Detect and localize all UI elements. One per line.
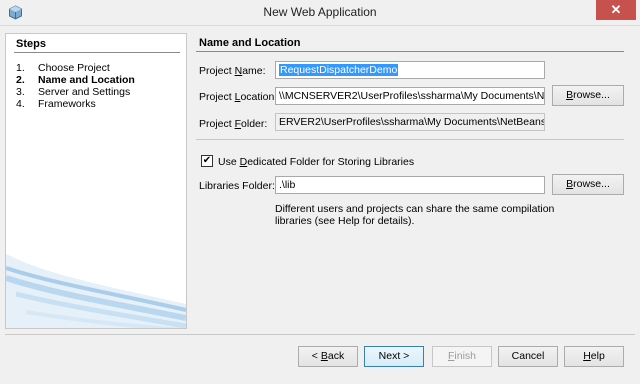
- step-number: 1.: [16, 62, 25, 74]
- panel-divider: [196, 51, 624, 52]
- steps-panel: Steps 1. Choose Project 2. Name and Locati…: [5, 33, 187, 329]
- browse-libraries-button[interactable]: Browse...: [552, 174, 624, 195]
- project-folder-field: ERVER2\UserProfiles\ssharma\My Documents…: [275, 113, 545, 131]
- help-button[interactable]: Help: [564, 346, 624, 367]
- back-button[interactable]: < Back: [298, 346, 358, 367]
- step-frameworks: 4. Frameworks: [16, 98, 96, 110]
- step-number: 2.: [16, 74, 25, 86]
- step-choose-project: 1. Choose Project: [16, 62, 110, 74]
- project-folder-value: ERVER2\UserProfiles\ssharma\My Documents…: [279, 116, 545, 128]
- next-button[interactable]: Next >: [364, 346, 424, 367]
- step-label: Choose Project: [38, 62, 110, 74]
- dedicated-folder-checkbox[interactable]: ✔: [201, 155, 213, 167]
- step-number: 3.: [16, 86, 25, 98]
- step-server-and-settings: 3. Server and Settings: [16, 86, 130, 98]
- step-name-and-location: 2. Name and Location: [16, 74, 135, 86]
- browse-location-button[interactable]: Browse...: [552, 85, 624, 106]
- libraries-folder-value: .\lib: [279, 179, 296, 191]
- section-divider: [196, 139, 624, 140]
- close-icon: ✕: [610, 2, 622, 17]
- project-folder-label: Project Folder:: [199, 118, 268, 130]
- panel-title: Name and Location: [199, 37, 301, 49]
- step-label: Name and Location: [38, 74, 135, 86]
- checkmark-icon: ✔: [202, 155, 212, 166]
- title-bar: New Web Application ✕: [0, 0, 640, 26]
- project-location-input[interactable]: \\MCNSERVER2\UserProfiles\ssharma\My Doc…: [275, 87, 545, 105]
- step-label: Server and Settings: [38, 86, 131, 98]
- footer-divider: [5, 334, 635, 335]
- step-number: 4.: [16, 98, 25, 110]
- cancel-button[interactable]: Cancel: [498, 346, 558, 367]
- dedicated-folder-label: Use Dedicated Folder for Storing Librari…: [218, 156, 415, 168]
- project-name-input[interactable]: RequestDispatcherDemo: [275, 61, 545, 79]
- libraries-folder-input[interactable]: .\lib: [275, 176, 545, 194]
- libraries-folder-label: Libraries Folder:: [199, 180, 275, 192]
- project-location-label: Project Location:: [199, 91, 278, 103]
- libraries-help-text: Different users and projects can share t…: [275, 203, 555, 227]
- selected-text: RequestDispatcherDemo: [279, 64, 399, 76]
- step-label: Frameworks: [38, 98, 96, 110]
- decorative-wave-art: [6, 254, 186, 328]
- finish-button[interactable]: Finish: [432, 346, 492, 367]
- steps-title: Steps: [16, 38, 46, 50]
- name-and-location-panel: Name and Location Project Name: RequestD…: [191, 33, 635, 329]
- project-name-label: Project Name:: [199, 65, 266, 77]
- close-button[interactable]: ✕: [596, 0, 636, 20]
- project-location-value: \\MCNSERVER2\UserProfiles\ssharma\My Doc…: [279, 90, 545, 102]
- window-title: New Web Application: [263, 5, 377, 19]
- steps-divider: [14, 52, 180, 53]
